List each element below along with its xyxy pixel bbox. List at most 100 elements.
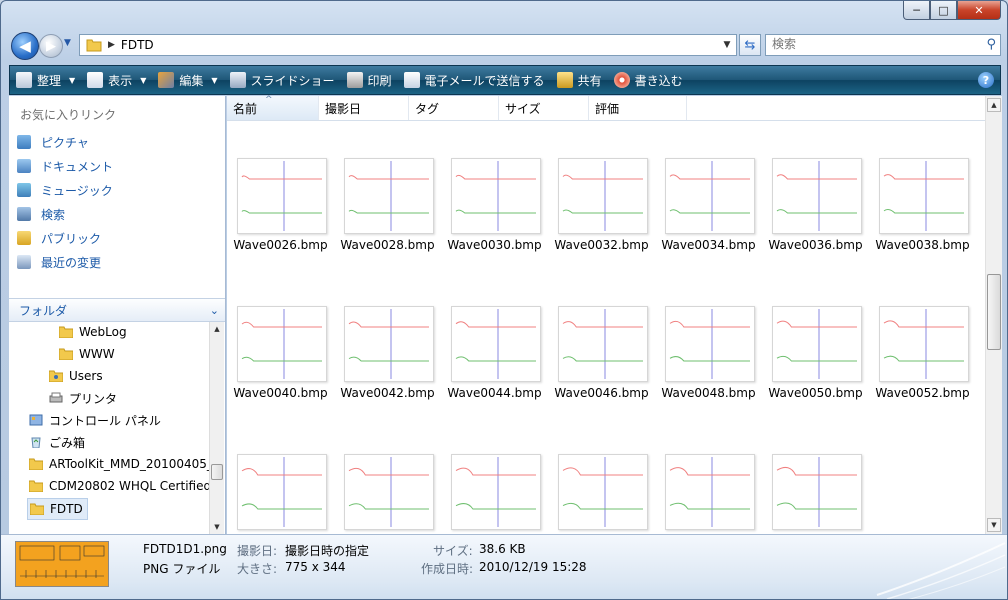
email-button[interactable]: 電子メールで送信する <box>398 68 551 92</box>
column-label: 名前 <box>233 101 258 116</box>
tree-item-fdtd[interactable]: FDTD <box>27 498 88 520</box>
burn-button[interactable]: 書き込む <box>608 68 689 92</box>
file-tile[interactable]: Wave0032.bmp <box>548 120 655 252</box>
file-tile[interactable]: Wave0030.bmp <box>441 120 548 252</box>
maximize-button[interactable]: □ <box>930 1 957 20</box>
scrollbar-thumb[interactable] <box>987 274 1001 350</box>
tree-item-artoolkit[interactable]: ARToolKit_MMD_20100405_ <box>29 454 209 474</box>
column-tags[interactable]: タグ <box>409 96 499 120</box>
view-button[interactable]: 表示 ▼ <box>81 68 152 92</box>
folder-icon <box>29 458 43 470</box>
address-dropdown-icon[interactable]: ▼ <box>720 37 734 53</box>
organize-button[interactable]: 整理 ▼ <box>10 68 81 92</box>
favorite-label: パブリック <box>41 231 102 246</box>
folder-tree-scrollbar[interactable]: ▲ ▼ <box>209 322 224 534</box>
file-thumbnail[interactable] <box>879 158 969 234</box>
favorite-search[interactable]: 検索 <box>17 204 65 224</box>
scroll-down-icon[interactable]: ▼ <box>210 520 224 534</box>
file-tile[interactable] <box>655 416 762 534</box>
file-tile[interactable]: Wave0050.bmp <box>762 268 869 400</box>
help-button[interactable]: ? <box>978 72 994 88</box>
column-date-taken[interactable]: 撮影日 <box>319 96 409 120</box>
file-tile[interactable]: Wave0044.bmp <box>441 268 548 400</box>
file-thumbnail[interactable] <box>451 158 541 234</box>
favorite-public[interactable]: パブリック <box>17 228 101 248</box>
back-arrow-icon: ◀ <box>19 37 31 55</box>
tree-item-cdm20802[interactable]: CDM20802 WHQL Certified <box>29 476 209 496</box>
file-tile[interactable]: Wave0026.bmp <box>227 120 334 252</box>
file-tile[interactable]: Wave0052.bmp <box>869 268 976 400</box>
edit-button[interactable]: 編集 ▼ <box>152 68 223 92</box>
history-dropdown[interactable]: ▼ <box>64 38 76 52</box>
file-thumbnail[interactable] <box>237 158 327 234</box>
scroll-up-icon[interactable]: ▲ <box>210 322 224 336</box>
print-button[interactable]: 印刷 <box>341 68 398 92</box>
file-thumbnail[interactable] <box>558 306 648 382</box>
file-tile[interactable]: Wave0040.bmp <box>227 268 334 400</box>
tree-item-www[interactable]: WWW <box>59 344 115 364</box>
address-bar[interactable]: ▶ FDTD ▼ <box>79 34 737 56</box>
file-thumbnail[interactable] <box>665 306 755 382</box>
file-thumbnail[interactable] <box>237 454 327 530</box>
breadcrumb-fdtd[interactable]: FDTD <box>121 38 154 52</box>
back-button[interactable]: ◀ <box>11 32 39 60</box>
file-tile[interactable] <box>334 416 441 534</box>
file-thumbnail[interactable] <box>772 158 862 234</box>
search-icon[interactable]: ⚲ <box>986 37 996 52</box>
favorite-music[interactable]: ミュージック <box>17 180 113 200</box>
scroll-up-icon[interactable]: ▲ <box>987 98 1001 112</box>
minimize-button[interactable]: ─ <box>903 1 930 20</box>
column-size[interactable]: サイズ <box>499 96 589 120</box>
file-thumbnail[interactable] <box>665 454 755 530</box>
file-thumbnail[interactable] <box>879 306 969 382</box>
tree-item-control-panel[interactable]: コントロール パネル <box>29 410 161 430</box>
wave-plot-icon <box>883 161 964 231</box>
file-thumbnail[interactable] <box>558 158 648 234</box>
file-tile[interactable]: Wave0042.bmp <box>334 268 441 400</box>
file-tile[interactable] <box>441 416 548 534</box>
file-thumbnail[interactable] <box>451 306 541 382</box>
file-thumbnail[interactable] <box>772 454 862 530</box>
file-tile[interactable] <box>548 416 655 534</box>
forward-button[interactable]: ▶ <box>39 34 63 58</box>
search-input[interactable] <box>766 35 972 53</box>
favorite-label: ピクチャ <box>41 135 89 150</box>
tree-item-weblog[interactable]: WebLog <box>59 322 127 342</box>
file-thumbnail[interactable] <box>237 306 327 382</box>
preview-image-icon <box>19 545 105 578</box>
file-thumbnail[interactable] <box>558 454 648 530</box>
file-thumbnail[interactable] <box>344 306 434 382</box>
slideshow-button[interactable]: スライドショー <box>224 68 341 92</box>
file-tile[interactable] <box>762 416 869 534</box>
scrollbar-thumb[interactable] <box>211 464 223 480</box>
tree-item-users[interactable]: Users <box>49 366 103 386</box>
refresh-button[interactable]: ⇆ <box>739 34 761 56</box>
file-thumbnail[interactable] <box>451 454 541 530</box>
control-panel-icon <box>29 414 43 426</box>
breadcrumb-arrow-icon[interactable]: ▶ <box>108 40 115 50</box>
scroll-down-icon[interactable]: ▼ <box>987 518 1001 532</box>
date-taken-value[interactable]: 撮影日時の指定 <box>285 542 369 559</box>
favorite-documents[interactable]: ドキュメント <box>17 156 113 176</box>
folders-header[interactable]: フォルダ ⌄ <box>9 298 225 322</box>
favorite-recent[interactable]: 最近の変更 <box>17 252 101 272</box>
file-tile[interactable]: Wave0034.bmp <box>655 120 762 252</box>
file-tile[interactable]: Wave0038.bmp <box>869 120 976 252</box>
file-tile[interactable] <box>227 416 334 534</box>
file-thumbnail[interactable] <box>344 158 434 234</box>
file-tile[interactable]: Wave0046.bmp <box>548 268 655 400</box>
file-list-scrollbar[interactable]: ▲ ▼ <box>985 96 1002 534</box>
file-tile[interactable]: Wave0048.bmp <box>655 268 762 400</box>
file-thumbnail[interactable] <box>344 454 434 530</box>
file-tile[interactable]: Wave0036.bmp <box>762 120 869 252</box>
file-thumbnail[interactable] <box>665 158 755 234</box>
column-rating[interactable]: 評価 <box>589 96 687 120</box>
file-thumbnail[interactable] <box>772 306 862 382</box>
column-name[interactable]: ^ 名前 <box>227 95 319 120</box>
file-tile[interactable]: Wave0028.bmp <box>334 120 441 252</box>
tree-item-printers[interactable]: プリンタ <box>49 388 117 408</box>
share-button[interactable]: 共有 <box>551 68 608 92</box>
favorite-pictures[interactable]: ピクチャ <box>17 132 89 152</box>
close-button[interactable]: ✕ <box>957 1 1001 20</box>
tree-item-recycle-bin[interactable]: ごみ箱 <box>29 432 85 452</box>
